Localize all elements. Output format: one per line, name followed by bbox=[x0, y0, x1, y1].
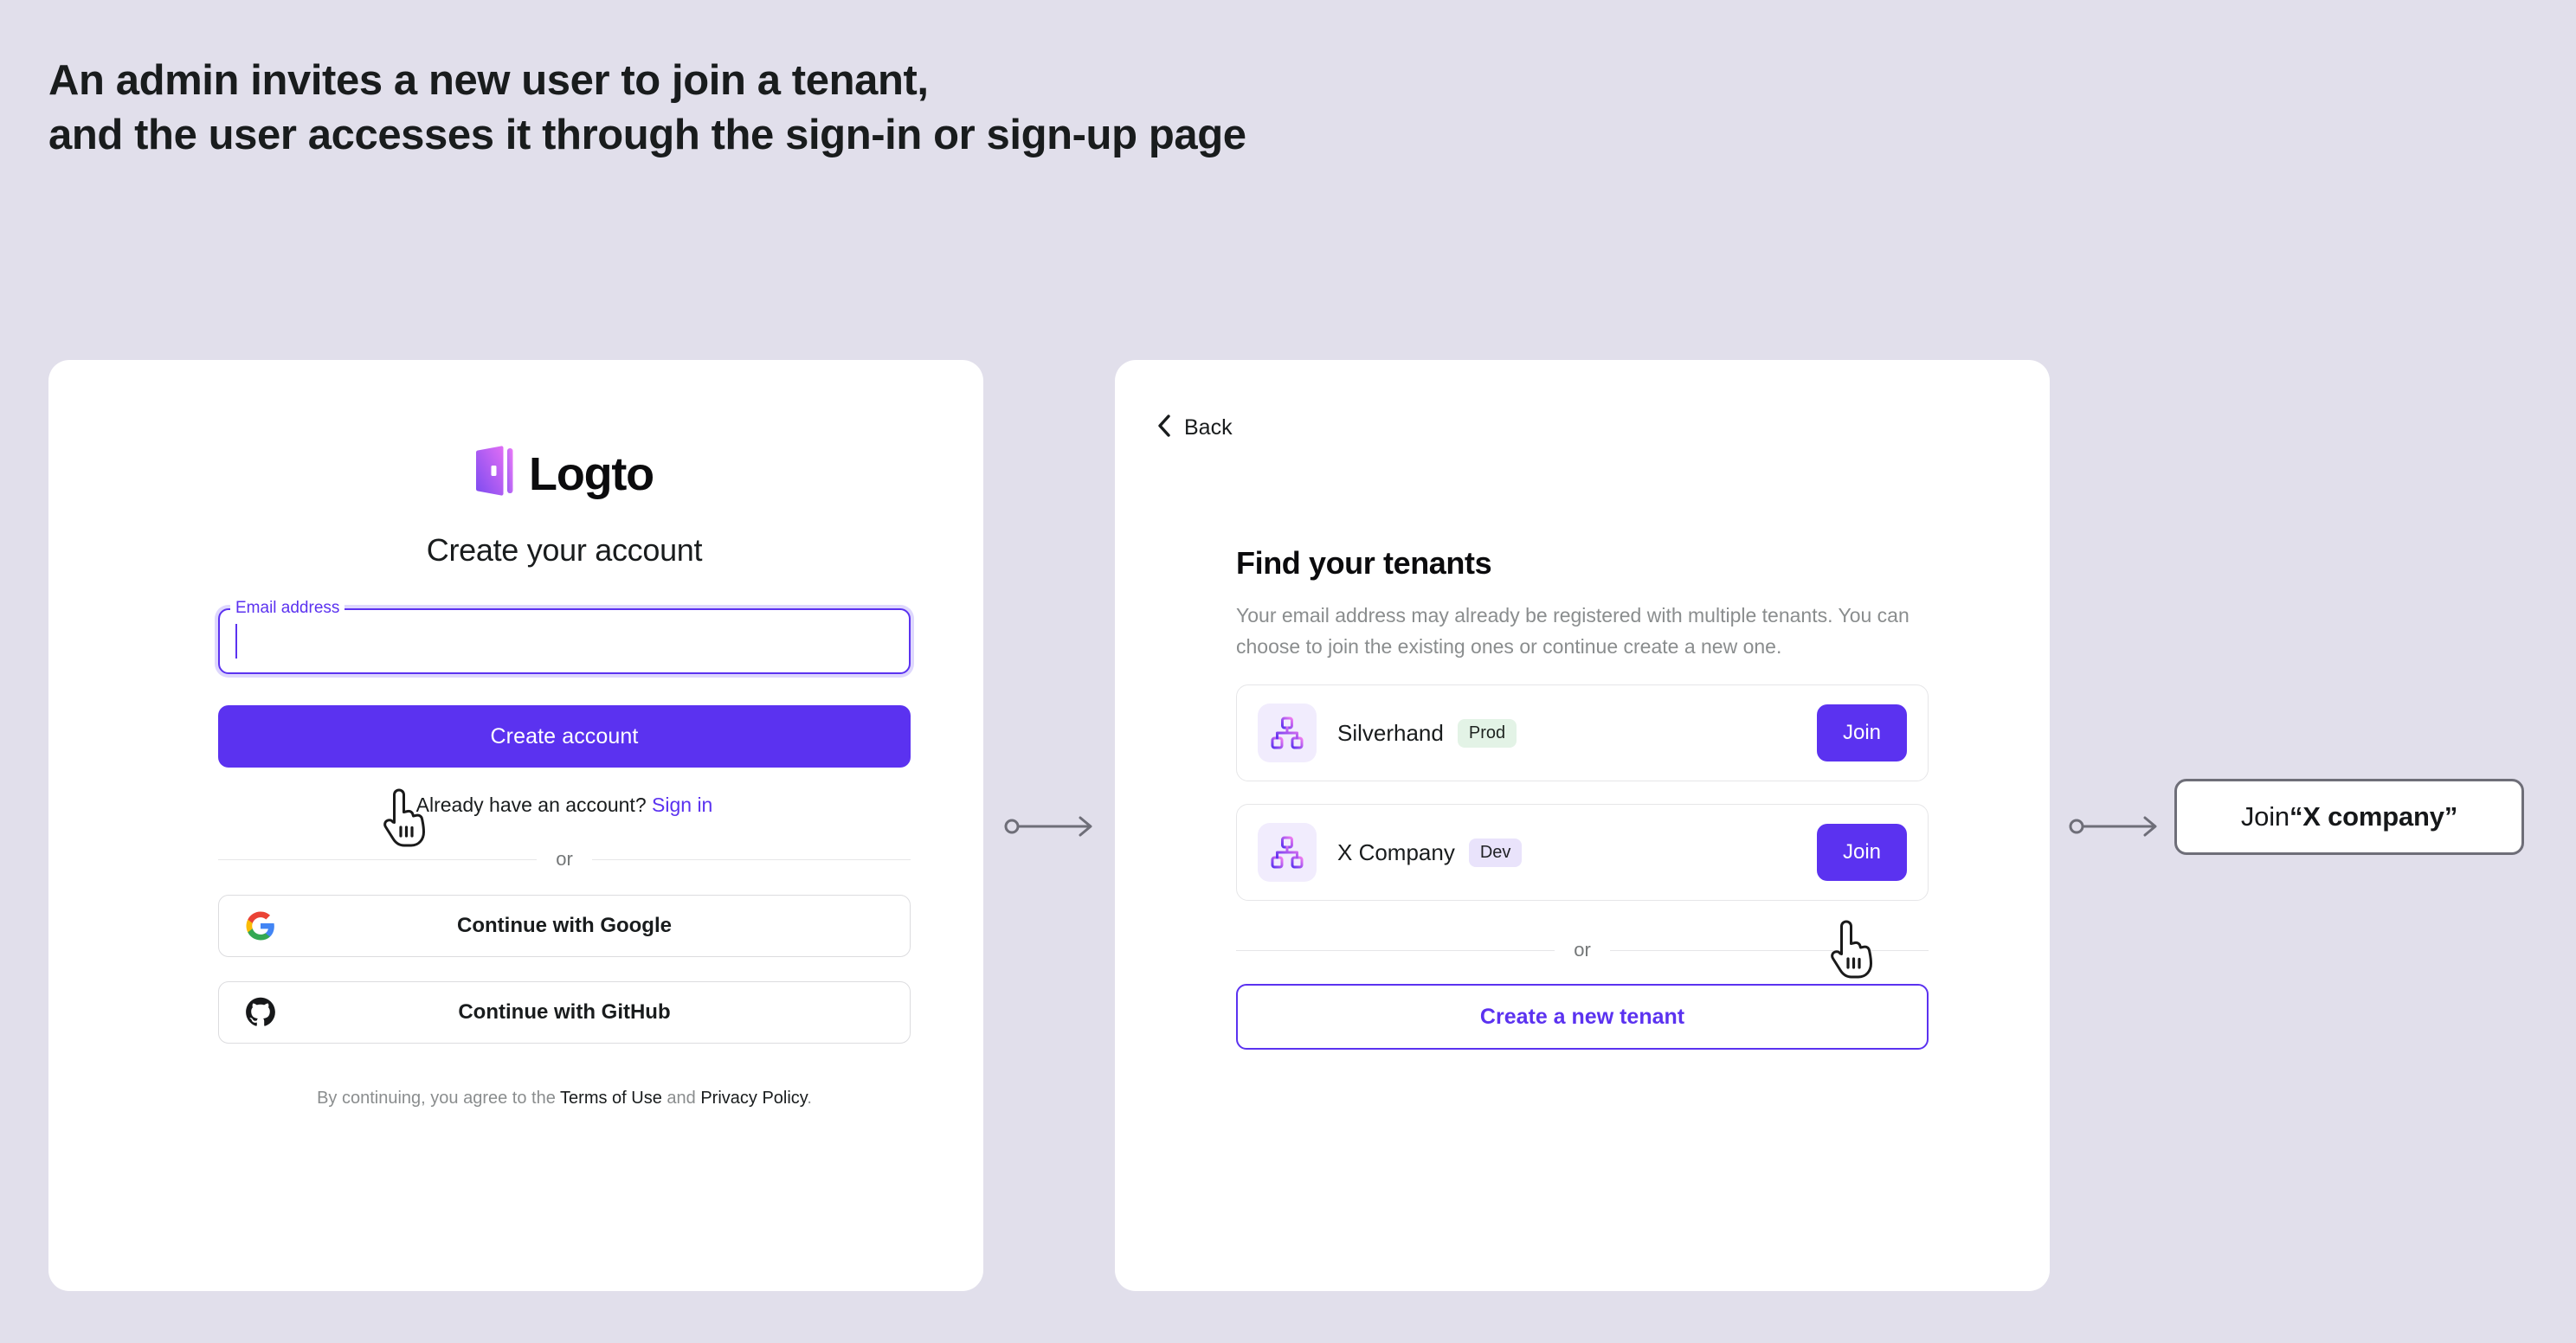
tenant-row[interactable]: X Company Dev Join bbox=[1236, 804, 1929, 902]
email-field-label: Email address bbox=[230, 599, 345, 618]
divider-rule-left bbox=[218, 858, 538, 860]
divider-label: or bbox=[1574, 939, 1591, 961]
terms-of-use-link[interactable]: Terms of Use bbox=[560, 1089, 662, 1108]
tenant-name: Silverhand bbox=[1337, 719, 1444, 746]
create-account-button[interactable]: Create account bbox=[218, 705, 911, 768]
tenant-name: X Company bbox=[1337, 839, 1455, 865]
logto-wordmark: Logto bbox=[529, 447, 654, 500]
chevron-left-icon bbox=[1156, 414, 1172, 442]
logto-door-icon bbox=[475, 445, 517, 501]
signin-prompt-text: Already have an account? bbox=[415, 794, 647, 816]
page-title: An admin invites a new user to join a te… bbox=[48, 54, 1246, 162]
signup-title: Create your account bbox=[426, 532, 703, 568]
email-field[interactable]: Email address bbox=[215, 599, 914, 678]
tenants-or-divider: or bbox=[1236, 939, 1929, 961]
create-new-tenant-button[interactable]: Create a new tenant bbox=[1236, 984, 1929, 1051]
tenant-row[interactable]: Silverhand Prod Join bbox=[1236, 684, 1929, 782]
continue-with-github-button[interactable]: Continue with GitHub bbox=[218, 981, 911, 1044]
find-tenants-title: Find your tenants bbox=[1236, 545, 1492, 581]
join-tenant-button[interactable]: Join bbox=[1817, 704, 1907, 762]
legal-suffix: . bbox=[807, 1089, 812, 1108]
legal-middle: and bbox=[661, 1089, 701, 1108]
signup-or-divider: or bbox=[218, 848, 911, 871]
email-field-box[interactable] bbox=[218, 608, 911, 674]
github-icon bbox=[245, 997, 276, 1028]
legal-text: By continuing, you agree to the Terms of… bbox=[218, 1089, 911, 1108]
find-tenants-description: Your email address may already be regist… bbox=[1236, 604, 1909, 658]
signup-card-content: Logto Create your account Email address … bbox=[215, 360, 914, 1108]
result-node-join-x-company: Join “X company” bbox=[2174, 779, 2524, 855]
find-tenants-card: Back Find your tenants Your email addres… bbox=[1115, 360, 2050, 1291]
connector-tenants-to-result bbox=[2069, 812, 2164, 845]
legal-prefix: By continuing, you agree to the bbox=[317, 1089, 561, 1108]
tenant-environment-badge: Dev bbox=[1468, 838, 1523, 867]
back-button[interactable]: Back bbox=[1156, 414, 1233, 442]
page-title-line-1: An admin invites a new user to join a te… bbox=[48, 57, 929, 104]
google-icon bbox=[245, 910, 276, 941]
signin-prompt-row: Already have an account? Sign in bbox=[218, 794, 911, 817]
continue-with-github-label: Continue with GitHub bbox=[458, 1000, 671, 1024]
continue-with-google-label: Continue with Google bbox=[457, 914, 672, 937]
org-chart-icon bbox=[1258, 823, 1317, 883]
divider-rule-right bbox=[1609, 949, 1929, 951]
sign-in-link[interactable]: Sign in bbox=[652, 794, 712, 816]
find-tenants-content: Find your tenants Your email address may… bbox=[1236, 545, 1929, 1051]
divider-rule-right bbox=[591, 858, 911, 860]
join-tenant-button[interactable]: Join bbox=[1817, 824, 1907, 882]
text-caret bbox=[235, 624, 237, 659]
org-chart-icon bbox=[1258, 704, 1317, 763]
tenant-environment-badge: Prod bbox=[1457, 718, 1517, 748]
divider-rule-left bbox=[1236, 949, 1555, 951]
logto-logo: Logto bbox=[218, 445, 911, 501]
divider-label: or bbox=[556, 848, 573, 870]
page-title-line-2: and the user accesses it through the sig… bbox=[48, 111, 1246, 158]
privacy-policy-link[interactable]: Privacy Policy bbox=[700, 1089, 807, 1108]
continue-with-google-button[interactable]: Continue with Google bbox=[218, 895, 911, 957]
result-node-company: “X company” bbox=[2289, 801, 2458, 832]
signup-card: Logto Create your account Email address … bbox=[48, 360, 983, 1291]
back-button-label: Back bbox=[1184, 415, 1233, 440]
result-node-prefix: Join bbox=[2240, 801, 2289, 832]
connector-signup-to-tenants bbox=[1004, 812, 1099, 845]
